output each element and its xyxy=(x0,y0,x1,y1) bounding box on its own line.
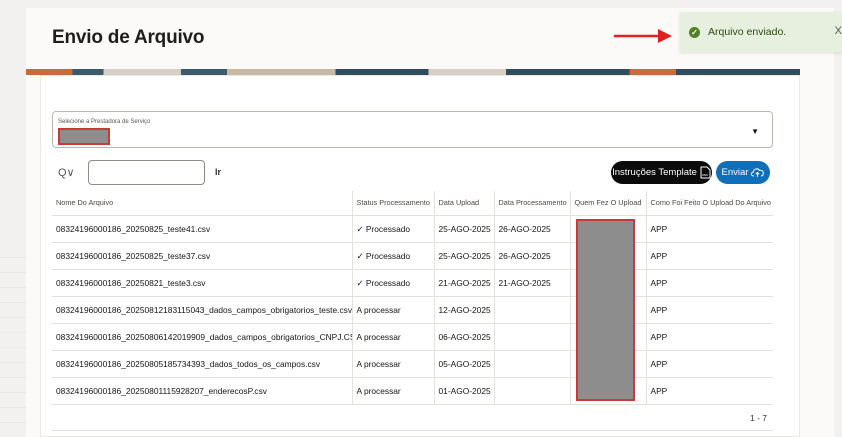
upload-date-cell: 01-AGO-2025 xyxy=(434,377,495,405)
file-name-cell: 08324196000186_20250812183115043_dados_c… xyxy=(52,296,353,324)
red-arrow-annotation xyxy=(614,29,672,43)
toast-close-icon[interactable]: X xyxy=(835,25,842,37)
upload-method-cell: APP xyxy=(646,242,773,270)
status-cell: A processar xyxy=(352,377,435,405)
file-name-cell: 08324196000186_20250821_teste3.csv xyxy=(52,269,353,297)
table-row[interactable]: 08324196000186_20250821_teste3.csv ✓ Pro… xyxy=(52,269,773,297)
send-button[interactable]: Enviar xyxy=(716,161,770,184)
status-cell: ✓ Processado xyxy=(352,215,435,243)
status-cell: ✓ Processado xyxy=(352,242,435,270)
cloud-upload-icon xyxy=(751,168,765,177)
column-header-upload-method[interactable]: Como Foi Feito O Upload Do Arquivo xyxy=(646,191,773,216)
table-row[interactable]: 08324196000186_20250812183115043_dados_c… xyxy=(52,296,773,324)
upload-date-cell: 25-AGO-2025 xyxy=(434,215,495,243)
processing-date-cell xyxy=(494,323,571,351)
send-label: Enviar xyxy=(721,167,749,178)
status-cell: A processar xyxy=(352,296,435,324)
check-circle-icon: ✓ xyxy=(689,26,700,38)
upload-method-cell: APP xyxy=(646,323,773,351)
file-name-cell: 08324196000186_20250801115928207_enderec… xyxy=(52,377,353,405)
file-name-cell: 08324196000186_20250825_teste37.csv xyxy=(52,242,353,270)
redacted-select-value xyxy=(58,128,110,145)
table-toolbar: Q∨ Ir Instruções Template csv Enviar xyxy=(52,158,777,188)
upload-date-cell: 06-AGO-2025 xyxy=(434,323,495,351)
search-icon[interactable]: Q∨ xyxy=(58,166,75,179)
svg-text:csv: csv xyxy=(702,172,708,177)
pagination-range: 1 - 7 xyxy=(750,413,768,423)
success-toast: ✓ Arquivo enviado. X xyxy=(680,12,842,52)
column-header-status[interactable]: Status Processamento xyxy=(352,191,435,216)
file-name-cell: 08324196000186_20250825_teste41.csv xyxy=(52,215,353,243)
upload-date-cell: 12-AGO-2025 xyxy=(434,296,495,324)
table-row[interactable]: 08324196000186_20250801115928207_enderec… xyxy=(52,377,773,405)
instructions-label: Instruções Template xyxy=(612,167,697,178)
column-header-file-name[interactable]: Nome Do Arquivo xyxy=(52,191,353,216)
status-cell: ✓ Processado xyxy=(352,269,435,297)
upload-method-cell: APP xyxy=(646,350,773,378)
column-header-uploaded-by[interactable]: Quem Fez O Upload xyxy=(570,191,647,216)
processing-date-cell xyxy=(494,350,571,378)
processing-date-cell: 21-AGO-2025 xyxy=(494,269,571,297)
go-button[interactable]: Ir xyxy=(215,167,221,177)
file-name-cell: 08324196000186_20250806142019909_dados_c… xyxy=(52,323,353,351)
page-title: Envio de Arquivo xyxy=(52,27,205,48)
caret-down-icon[interactable]: ▼ xyxy=(751,127,759,136)
upload-date-cell: 05-AGO-2025 xyxy=(434,350,495,378)
file-name-cell: 08324196000186_20250805185734393_dados_t… xyxy=(52,350,353,378)
instructions-template-button[interactable]: Instruções Template csv xyxy=(611,161,712,184)
processing-date-cell xyxy=(494,296,571,324)
column-header-processing-date[interactable]: Data Processamento xyxy=(494,191,571,216)
processing-date-cell: 26-AGO-2025 xyxy=(494,215,571,243)
processing-date-cell xyxy=(494,377,571,405)
redacted-uploader-column xyxy=(576,219,635,401)
table-row[interactable]: 08324196000186_20250825_teste37.csv ✓ Pr… xyxy=(52,242,773,270)
table-header-row: Nome Do Arquivo Status Processamento Dat… xyxy=(52,191,773,216)
table-footer-divider xyxy=(52,430,773,431)
upload-method-cell: APP xyxy=(646,269,773,297)
status-cell: A processar xyxy=(352,350,435,378)
upload-method-cell: APP xyxy=(646,296,773,324)
upload-date-cell: 25-AGO-2025 xyxy=(434,242,495,270)
upload-method-cell: APP xyxy=(646,377,773,405)
table-row[interactable]: 08324196000186_20250806142019909_dados_c… xyxy=(52,323,773,351)
processing-date-cell: 26-AGO-2025 xyxy=(494,242,571,270)
search-input[interactable] xyxy=(88,160,205,185)
toast-message: Arquivo enviado. xyxy=(708,26,787,38)
service-provider-select[interactable]: Selecione a Prestadora de Serviço ▼ xyxy=(52,111,773,148)
upload-date-cell: 21-AGO-2025 xyxy=(434,269,495,297)
uploads-table: Nome Do Arquivo Status Processamento Dat… xyxy=(52,191,773,405)
status-cell: A processar xyxy=(352,323,435,351)
select-label: Selecione a Prestadora de Serviço xyxy=(58,119,151,125)
upload-method-cell: APP xyxy=(646,215,773,243)
table-row[interactable]: 08324196000186_20250825_teste41.csv ✓ Pr… xyxy=(52,215,773,243)
table-row[interactable]: 08324196000186_20250805185734393_dados_t… xyxy=(52,350,773,378)
column-header-upload-date[interactable]: Data Upload xyxy=(434,191,495,216)
csv-file-icon: csv xyxy=(700,166,711,179)
